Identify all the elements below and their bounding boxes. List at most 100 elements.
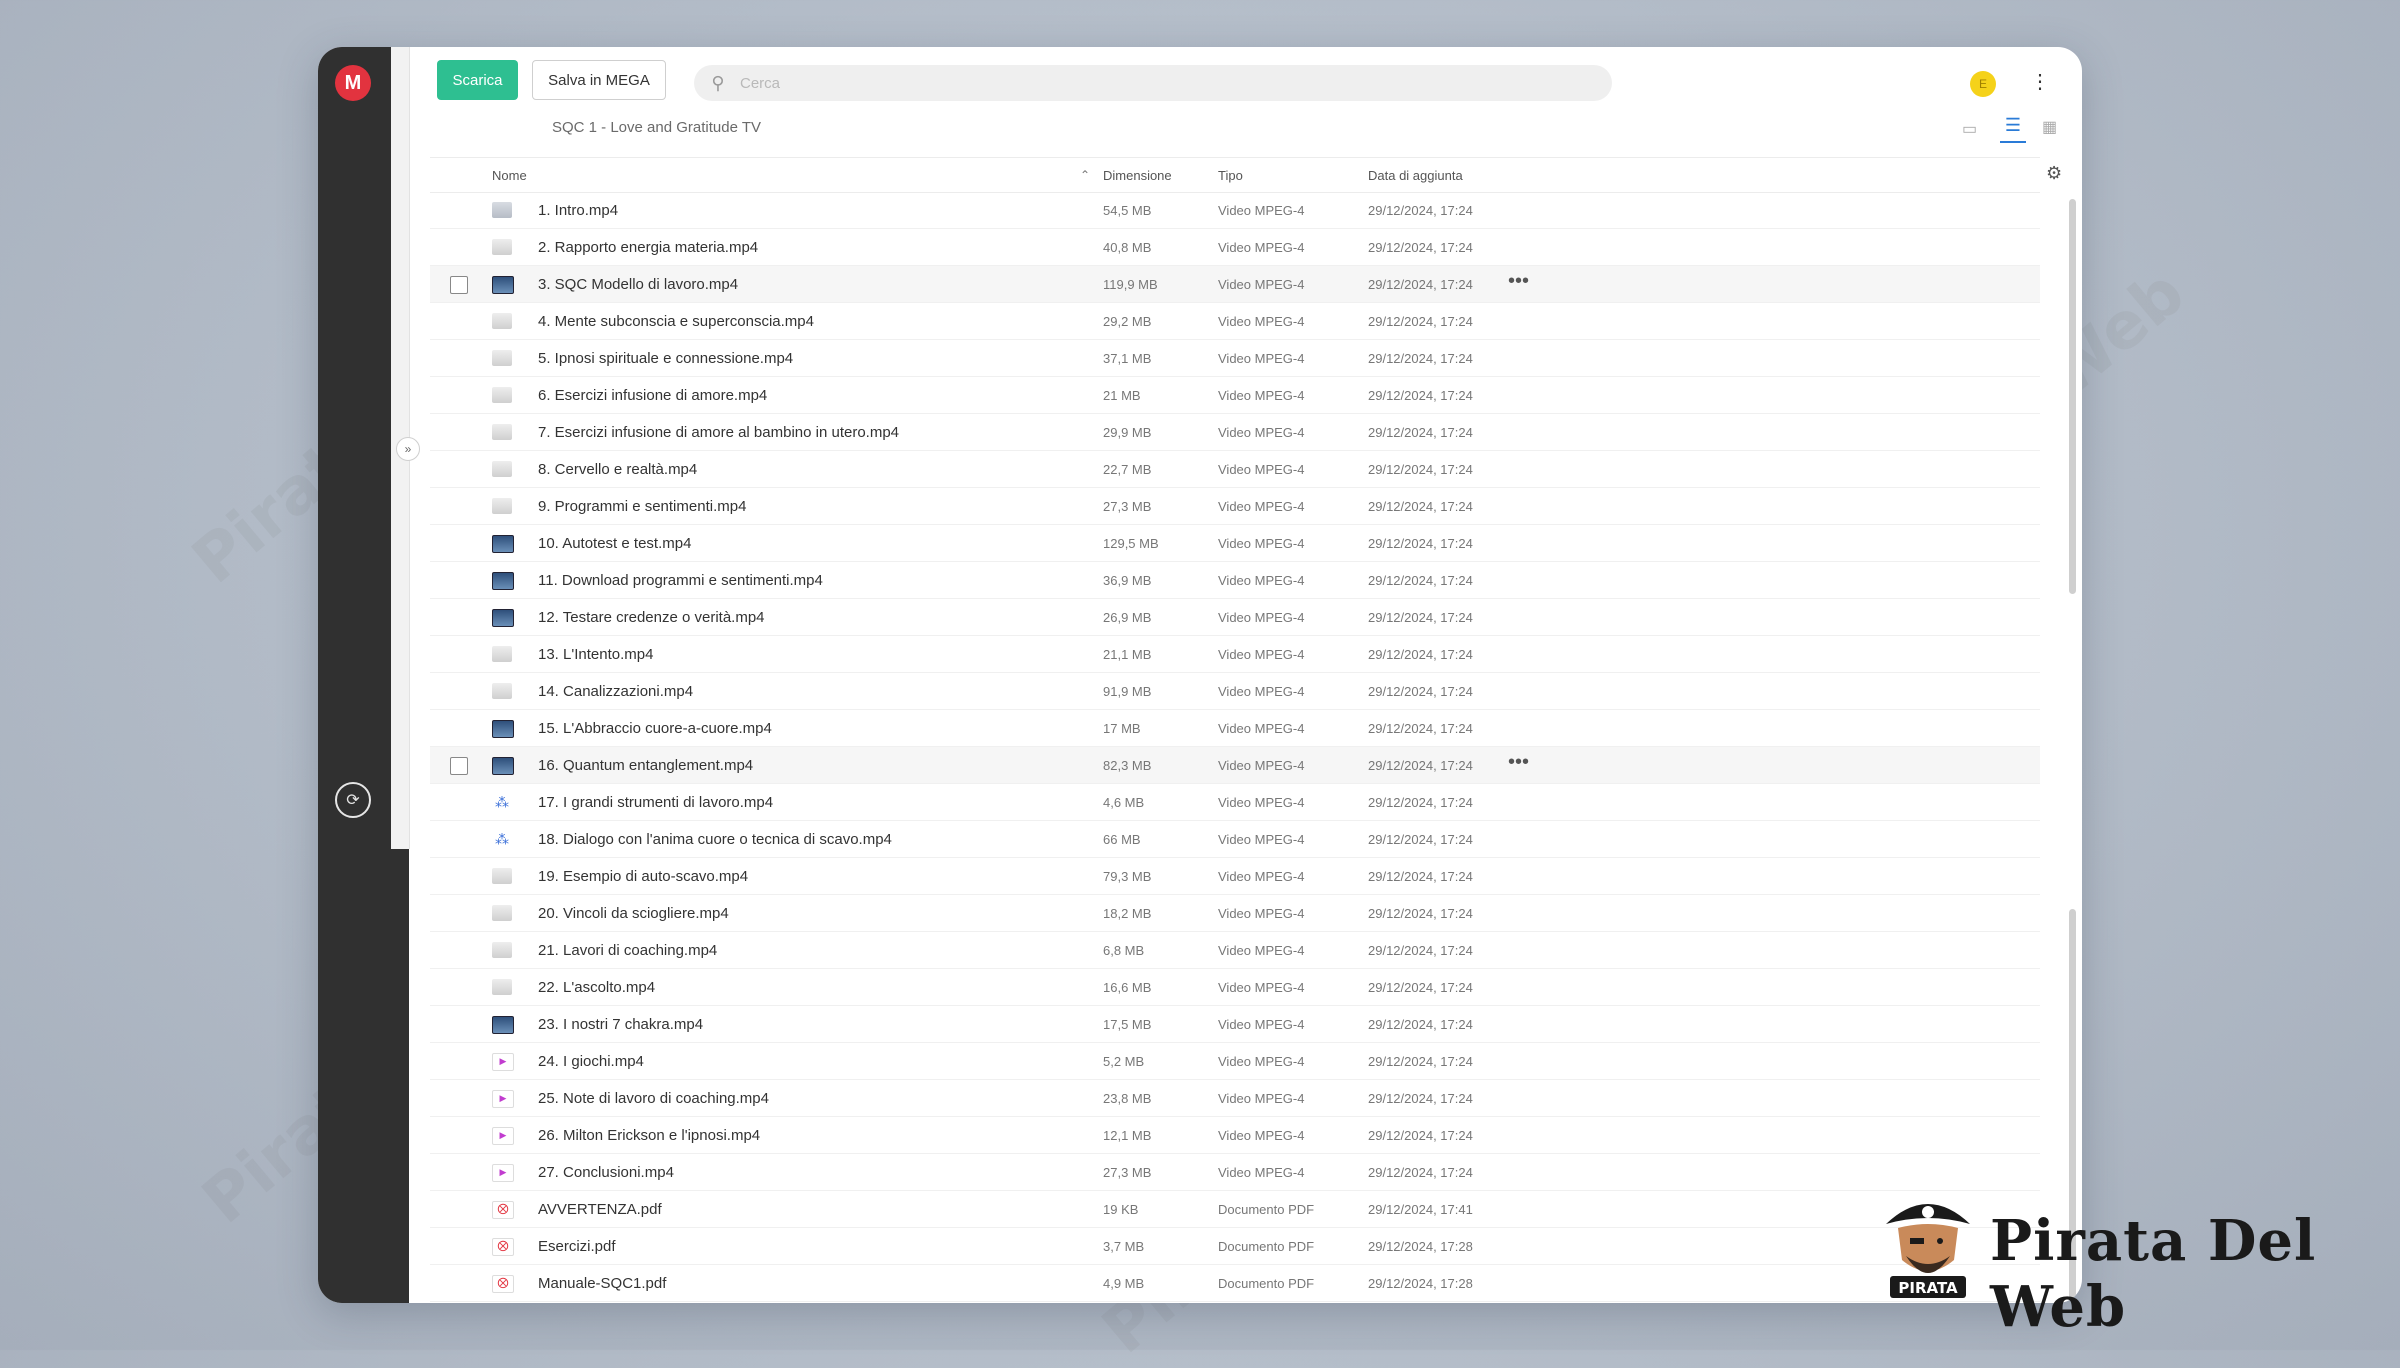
file-name[interactable]: 10. Autotest e test.mp4: [538, 535, 691, 552]
file-type: Video MPEG-4: [1218, 536, 1305, 551]
file-name[interactable]: 1. Intro.mp4: [538, 202, 618, 219]
grid-view-icon[interactable]: ▦: [2042, 117, 2057, 137]
file-name[interactable]: 17. I grandi strumenti di lavoro.mp4: [538, 794, 773, 811]
table-row[interactable]: ▶ 27. Conclusioni.mp4 27,3 MB Video MPEG-4 2…: [430, 1154, 2040, 1191]
file-type: Video MPEG-4: [1218, 1054, 1305, 1069]
file-name[interactable]: 9. Programmi e sentimenti.mp4: [538, 498, 746, 515]
file-name[interactable]: 25. Note di lavoro di coaching.mp4: [538, 1090, 769, 1107]
file-thumbnail-icon: [492, 202, 512, 218]
file-name[interactable]: 24. I giochi.mp4: [538, 1053, 644, 1070]
main-content: Scarica Salva in MEGA ⚲ E ⋮ SQC 1 - Love…: [410, 47, 2082, 1303]
file-name[interactable]: 16. Quantum entanglement.mp4: [538, 757, 753, 774]
file-thumbnail-icon: ⨂: [492, 1238, 514, 1256]
mega-logo-icon[interactable]: M: [335, 65, 371, 101]
file-name[interactable]: 3. SQC Modello di lavoro.mp4: [538, 276, 738, 293]
table-row[interactable]: 22. L'ascolto.mp4 16,6 MB Video MPEG-4 29/1…: [430, 969, 2040, 1006]
table-row[interactable]: ▶ 26. Milton Erickson e l'ipnosi.mp4 12,1 …: [430, 1117, 2040, 1154]
row-checkbox[interactable]: [450, 757, 468, 775]
table-row[interactable]: 10. Autotest e test.mp4 129,5 MB Video MPE…: [430, 525, 2040, 562]
file-name[interactable]: 26. Milton Erickson e l'ipnosi.mp4: [538, 1127, 760, 1144]
scrollbar[interactable]: [2069, 199, 2076, 594]
file-type: Video MPEG-4: [1218, 573, 1305, 588]
download-button[interactable]: Scarica: [437, 60, 518, 100]
column-date[interactable]: Data di aggiunta: [1368, 168, 1463, 183]
file-thumbnail-icon: [492, 720, 514, 738]
file-name[interactable]: 23. I nostri 7 chakra.mp4: [538, 1016, 703, 1033]
search-icon: ⚲: [711, 72, 725, 93]
column-name[interactable]: Nome: [492, 168, 527, 183]
table-row[interactable]: 19. Esempio di auto-scavo.mp4 79,3 MB Vide…: [430, 858, 2040, 895]
column-size[interactable]: Dimensione: [1103, 168, 1172, 183]
list-view-icon[interactable]: ☰: [2000, 115, 2026, 143]
file-name[interactable]: 5. Ipnosi spirituale e connessione.mp4: [538, 350, 793, 367]
file-name[interactable]: 13. L'Intento.mp4: [538, 646, 653, 663]
gear-icon[interactable]: ⚙: [2046, 163, 2062, 184]
file-name[interactable]: 12. Testare credenze o verità.mp4: [538, 609, 765, 626]
file-size: 22,7 MB: [1103, 462, 1152, 477]
table-row[interactable]: ⨂ AVVERTENZA.pdf 19 KB Documento PDF 29/12/2…: [430, 1191, 2040, 1228]
table-row[interactable]: ⨂ Manuale-SQC1.pdf 4,9 MB Documento PDF 29/1…: [430, 1265, 2040, 1302]
table-row[interactable]: 14. Canalizzazioni.mp4 91,9 MB Video MPEG-…: [430, 673, 2040, 710]
file-name[interactable]: 22. L'ascolto.mp4: [538, 979, 655, 996]
file-name[interactable]: 18. Dialogo con l'anima cuore o tecnica …: [538, 831, 892, 848]
table-row[interactable]: 6. Esercizi infusione di amore.mp4 21 MB V…: [430, 377, 2040, 414]
file-name[interactable]: 27. Conclusioni.mp4: [538, 1164, 674, 1181]
column-type[interactable]: Tipo: [1218, 168, 1243, 183]
file-thumbnail-icon: [492, 572, 514, 590]
sync-icon[interactable]: ⟳: [335, 782, 371, 818]
file-thumbnail-icon: [492, 609, 514, 627]
table-row[interactable]: 11. Download programmi e sentimenti.mp4 3…: [430, 562, 2040, 599]
table-row[interactable]: 8. Cervello e realtà.mp4 22,7 MB Video MPE…: [430, 451, 2040, 488]
more-menu-icon[interactable]: ⋮: [2030, 67, 2050, 97]
row-checkbox[interactable]: [450, 276, 468, 294]
file-name[interactable]: Esercizi.pdf: [538, 1238, 616, 1255]
file-size: 29,9 MB: [1103, 425, 1152, 440]
table-row[interactable]: 4. Mente subconscia e superconscia.mp4 29…: [430, 303, 2040, 340]
avatar[interactable]: E: [1970, 71, 1996, 97]
table-row[interactable]: 21. Lavori di coaching.mp4 6,8 MB Video MP…: [430, 932, 2040, 969]
table-row[interactable]: 13. L'Intento.mp4 21,1 MB Video MPEG-4 29/1…: [430, 636, 2040, 673]
table-row[interactable]: 9. Programmi e sentimenti.mp4 27,3 MB Vide…: [430, 488, 2040, 525]
file-date: 29/12/2024, 17:24: [1368, 869, 1473, 884]
file-name[interactable]: 19. Esempio di auto-scavo.mp4: [538, 868, 748, 885]
file-name[interactable]: 20. Vincoli da sciogliere.mp4: [538, 905, 729, 922]
search-bar[interactable]: ⚲: [694, 65, 1612, 101]
file-name[interactable]: 8. Cervello e realtà.mp4: [538, 461, 697, 478]
sidebar-collapsed-strip-dark: [391, 849, 409, 1303]
file-name[interactable]: 21. Lavori di coaching.mp4: [538, 942, 717, 959]
table-row[interactable]: ⁂ 18. Dialogo con l'anima cuore o tecnica…: [430, 821, 2040, 858]
table-row[interactable]: 5. Ipnosi spirituale e connessione.mp4 37…: [430, 340, 2040, 377]
table-row[interactable]: 16. Quantum entanglement.mp4 82,3 MB Video…: [430, 747, 2040, 784]
row-more-icon[interactable]: •••: [1508, 270, 1529, 293]
table-row[interactable]: 1. Intro.mp4 54,5 MB Video MPEG-4 29/12/202…: [430, 192, 2040, 229]
table-row[interactable]: 23. I nostri 7 chakra.mp4 17,5 MB Video MP…: [430, 1006, 2040, 1043]
search-input[interactable]: [738, 67, 1612, 99]
file-name[interactable]: 4. Mente subconscia e superconscia.mp4: [538, 313, 814, 330]
table-row[interactable]: 12. Testare credenze o verità.mp4 26,9 MB…: [430, 599, 2040, 636]
file-thumbnail-icon: ▶: [492, 1164, 514, 1182]
row-more-icon[interactable]: •••: [1508, 751, 1529, 774]
file-name[interactable]: AVVERTENZA.pdf: [538, 1201, 662, 1218]
file-name[interactable]: Manuale-SQC1.pdf: [538, 1275, 666, 1292]
table-row[interactable]: 20. Vincoli da sciogliere.mp4 18,2 MB Vide…: [430, 895, 2040, 932]
save-to-mega-button[interactable]: Salva in MEGA: [532, 60, 666, 100]
file-name[interactable]: 2. Rapporto energia materia.mp4: [538, 239, 758, 256]
file-name[interactable]: 14. Canalizzazioni.mp4: [538, 683, 693, 700]
thumbnail-view-icon[interactable]: ▭: [1962, 119, 1977, 139]
table-row[interactable]: ▶ 24. I giochi.mp4 5,2 MB Video MPEG-4 29/12…: [430, 1043, 2040, 1080]
table-row[interactable]: 15. L'Abbraccio cuore-a-cuore.mp4 17 MB Vi…: [430, 710, 2040, 747]
breadcrumb[interactable]: SQC 1 - Love and Gratitude TV: [552, 119, 761, 136]
table-row[interactable]: 7. Esercizi infusione di amore al bambin…: [430, 414, 2040, 451]
sort-ascending-icon[interactable]: ⌃: [1080, 168, 1090, 182]
table-row[interactable]: ⁂ 17. I grandi strumenti di lavoro.mp4 4,6…: [430, 784, 2040, 821]
file-name[interactable]: 6. Esercizi infusione di amore.mp4: [538, 387, 767, 404]
file-name[interactable]: 11. Download programmi e sentimenti.mp4: [538, 572, 823, 589]
brand-badge-text: PIRATA: [1898, 1279, 1958, 1297]
table-row[interactable]: ⨂ Esercizi.pdf 3,7 MB Documento PDF 29/12/20…: [430, 1228, 2040, 1265]
table-row[interactable]: 3. SQC Modello di lavoro.mp4 119,9 MB Vide…: [430, 266, 2040, 303]
file-name[interactable]: 7. Esercizi infusione di amore al bambin…: [538, 424, 899, 441]
table-row[interactable]: ▶ 25. Note di lavoro di coaching.mp4 23,8 …: [430, 1080, 2040, 1117]
file-name[interactable]: 15. L'Abbraccio cuore-a-cuore.mp4: [538, 720, 772, 737]
file-size: 23,8 MB: [1103, 1091, 1152, 1106]
table-row[interactable]: 2. Rapporto energia materia.mp4 40,8 MB Vi…: [430, 229, 2040, 266]
